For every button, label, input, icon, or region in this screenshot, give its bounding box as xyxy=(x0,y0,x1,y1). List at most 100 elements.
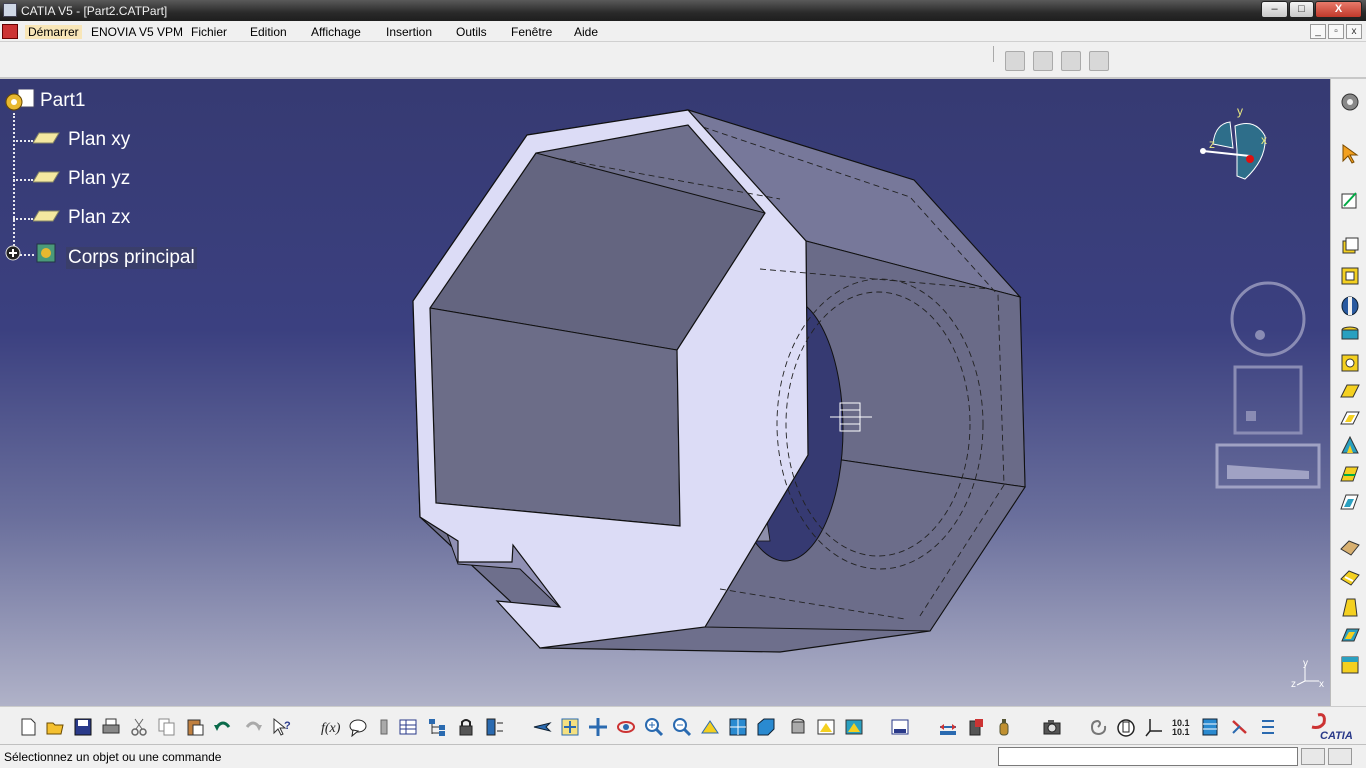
parameters-icon[interactable] xyxy=(485,717,505,737)
hand-grab-icon[interactable] xyxy=(1116,717,1136,737)
rib-icon[interactable] xyxy=(1339,379,1361,401)
tree-item-plan-yz[interactable]: Plan yz xyxy=(68,168,130,190)
compass-z-label: z xyxy=(1209,137,1215,151)
doc-minimize-button[interactable]: _ xyxy=(1310,24,1326,39)
multi-view-icon[interactable] xyxy=(728,717,748,737)
compass-widget[interactable]: y x z xyxy=(1195,104,1275,184)
lock-icon[interactable] xyxy=(456,717,476,737)
workbench-icon-3[interactable] xyxy=(1061,51,1081,71)
part-geometry[interactable] xyxy=(0,79,1330,706)
status-button-1[interactable] xyxy=(1301,748,1325,765)
redo-icon[interactable] xyxy=(243,717,263,737)
paste-icon[interactable] xyxy=(185,717,205,737)
catalog-icon[interactable] xyxy=(890,717,910,737)
thickness-icon[interactable] xyxy=(1339,654,1361,676)
doc-close-button[interactable]: x xyxy=(1346,24,1362,39)
fillet-icon[interactable] xyxy=(1339,537,1361,559)
removed-multi-section-icon[interactable] xyxy=(1339,491,1361,513)
formula-icon[interactable]: f(x) xyxy=(320,717,340,737)
draft-icon[interactable] xyxy=(1339,596,1361,618)
zoom-out-icon[interactable] xyxy=(672,717,692,737)
layers-icon[interactable] xyxy=(1200,717,1220,737)
pan-icon[interactable] xyxy=(588,717,608,737)
select-arrow-icon[interactable] xyxy=(1339,143,1361,165)
catia-menu-icon[interactable] xyxy=(2,24,18,39)
shaft-icon[interactable] xyxy=(1339,295,1361,317)
bottom-toolbar: ? f(x) 10.1 10.1 CATIA xyxy=(0,706,1366,744)
workbench-icon-2[interactable] xyxy=(1033,51,1053,71)
copy-icon[interactable] xyxy=(157,717,177,737)
sketcher-icon[interactable] xyxy=(1339,189,1361,211)
expand-plus-icon[interactable] xyxy=(4,244,22,262)
tree-structure-icon[interactable] xyxy=(427,717,447,737)
measure-between-icon[interactable] xyxy=(938,717,958,737)
print-icon[interactable] xyxy=(101,717,121,737)
pocket-icon[interactable] xyxy=(1339,265,1361,287)
stiffener-icon[interactable] xyxy=(1339,434,1361,456)
tree-item-corps-principal[interactable]: Corps principal xyxy=(66,247,197,269)
knowledge-icon[interactable] xyxy=(374,717,394,737)
whats-this-icon[interactable]: ? xyxy=(272,717,292,737)
hole-icon[interactable] xyxy=(1339,352,1361,374)
swap-space-icon[interactable] xyxy=(844,717,864,737)
maximize-button[interactable]: □ xyxy=(1289,1,1314,18)
rotate-icon[interactable] xyxy=(616,717,636,737)
table-icon[interactable] xyxy=(398,717,418,737)
save-icon[interactable] xyxy=(73,717,93,737)
status-button-2[interactable] xyxy=(1328,748,1352,765)
measure-inertia-icon[interactable] xyxy=(994,717,1014,737)
menu-fichier[interactable]: Fichier xyxy=(191,25,227,39)
doc-restore-button[interactable]: ▫ xyxy=(1328,24,1344,39)
menu-outils[interactable]: Outils xyxy=(456,25,487,39)
cut-icon[interactable] xyxy=(129,717,149,737)
menu-affichage[interactable]: Affichage xyxy=(311,25,361,39)
undo-icon[interactable] xyxy=(213,717,233,737)
spiral-icon[interactable] xyxy=(1088,717,1108,737)
menu-enovia[interactable]: ENOVIA V5 VPM xyxy=(91,25,183,39)
fly-mode-icon[interactable] xyxy=(532,717,552,737)
constraint-icon[interactable] xyxy=(1230,717,1250,737)
grid-units-icon[interactable]: 10.110.1 xyxy=(1172,717,1192,737)
minimize-button[interactable]: – xyxy=(1261,1,1288,18)
body-icon[interactable] xyxy=(33,240,61,268)
measure-item-icon[interactable] xyxy=(966,717,986,737)
compass-y-label: y xyxy=(1237,104,1243,118)
shading-icon[interactable] xyxy=(788,717,808,737)
chamfer-icon[interactable] xyxy=(1339,567,1361,589)
menu-demarrer[interactable]: Démarrer xyxy=(25,25,82,39)
3d-viewport[interactable]: Part1 Plan xy Plan yz Plan zx Corps prin… xyxy=(0,79,1330,706)
menu-fenetre[interactable]: Fenêtre xyxy=(511,25,552,39)
part-gear-icon[interactable] xyxy=(4,89,38,117)
status-bar: Sélectionnez un objet ou une commande xyxy=(0,744,1366,768)
plane-icon[interactable] xyxy=(33,209,61,225)
camera-icon[interactable] xyxy=(1042,717,1062,737)
menu-insertion[interactable]: Insertion xyxy=(386,25,432,39)
fit-all-icon[interactable] xyxy=(560,717,580,737)
shell-icon[interactable] xyxy=(1339,625,1361,647)
workbench-icon-1[interactable] xyxy=(1005,51,1025,71)
slot-icon[interactable] xyxy=(1339,406,1361,428)
plane-icon[interactable] xyxy=(33,170,61,186)
workbench-icon-4[interactable] xyxy=(1089,51,1109,71)
list-icon[interactable] xyxy=(1258,717,1278,737)
iso-view-icon[interactable] xyxy=(756,717,776,737)
close-button[interactable]: X xyxy=(1315,1,1362,18)
tree-item-plan-zx[interactable]: Plan zx xyxy=(68,207,130,229)
command-input[interactable] xyxy=(998,747,1298,766)
part-design-gear-icon[interactable] xyxy=(1339,91,1361,113)
tree-item-plan-xy[interactable]: Plan xy xyxy=(68,129,130,151)
new-file-icon[interactable] xyxy=(18,717,38,737)
menu-aide[interactable]: Aide xyxy=(574,25,598,39)
normal-view-icon[interactable] xyxy=(700,717,720,737)
plane-icon[interactable] xyxy=(33,131,61,147)
pad-icon[interactable] xyxy=(1339,235,1361,257)
tree-root-part[interactable]: Part1 xyxy=(40,90,85,112)
groove-icon[interactable] xyxy=(1339,323,1361,345)
comment-icon[interactable] xyxy=(348,717,368,737)
axis-system-icon[interactable] xyxy=(1144,717,1164,737)
multi-section-icon[interactable] xyxy=(1339,463,1361,485)
menu-edition[interactable]: Edition xyxy=(250,25,287,39)
open-folder-icon[interactable] xyxy=(45,717,65,737)
zoom-in-icon[interactable] xyxy=(644,717,664,737)
hide-show-icon[interactable] xyxy=(816,717,836,737)
